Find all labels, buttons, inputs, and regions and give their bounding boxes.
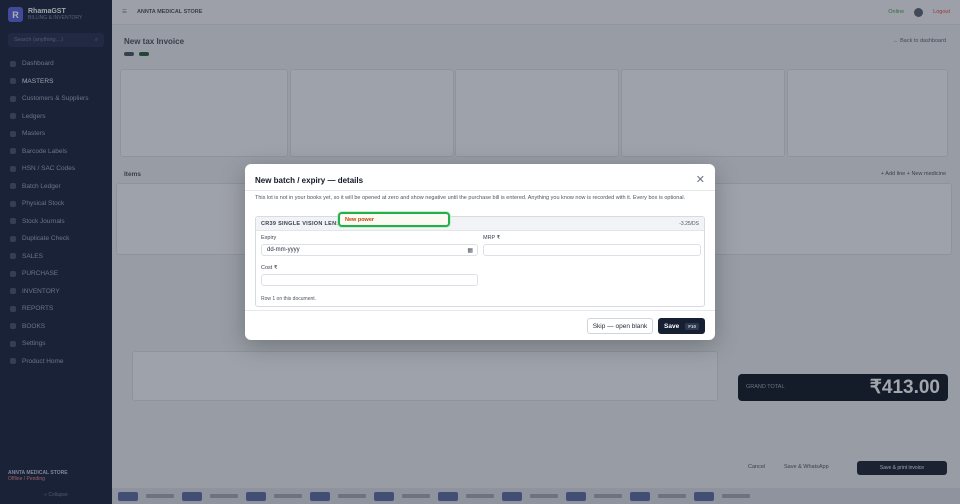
close-icon[interactable]: ✕ xyxy=(696,174,705,186)
lot-details-box: CR39 SINGLE VISION LENS -3.25/DS New pow… xyxy=(255,212,705,307)
divider xyxy=(245,190,715,191)
mrp-input[interactable] xyxy=(483,244,701,256)
dialog-description: This lot is not in your books yet, so it… xyxy=(255,195,686,201)
divider xyxy=(245,310,715,311)
mrp-label: MRP ₹ xyxy=(483,235,501,241)
expiry-label: Expiry xyxy=(261,235,277,241)
dialog-title: New batch / expiry — details xyxy=(255,175,364,185)
save-shortcut-hint: F10 xyxy=(685,322,699,330)
row-note: Row 1 on this document. xyxy=(261,296,317,302)
calendar-icon[interactable]: ▦ xyxy=(467,247,473,254)
new-batch-dialog: New batch / expiry — details ✕ This lot … xyxy=(245,164,715,340)
expiry-date-input[interactable]: dd-mm-yyyy ▦ xyxy=(261,244,478,256)
lot-product-name: CR39 SINGLE VISION LENS xyxy=(261,221,341,227)
save-button[interactable]: Save F10 xyxy=(658,318,705,334)
dialog-header: New batch / expiry — details ✕ xyxy=(255,173,705,187)
skip-open-blank-button[interactable]: Skip — open blank xyxy=(587,318,653,334)
lot-power: -3.25/DS xyxy=(679,221,699,227)
lot-header: CR39 SINGLE VISION LENS -3.25/DS New pow… xyxy=(256,212,704,231)
cost-label: Cost ₹ xyxy=(261,265,278,271)
cost-input[interactable] xyxy=(261,274,478,286)
new-power-input[interactable]: New power xyxy=(338,212,450,227)
